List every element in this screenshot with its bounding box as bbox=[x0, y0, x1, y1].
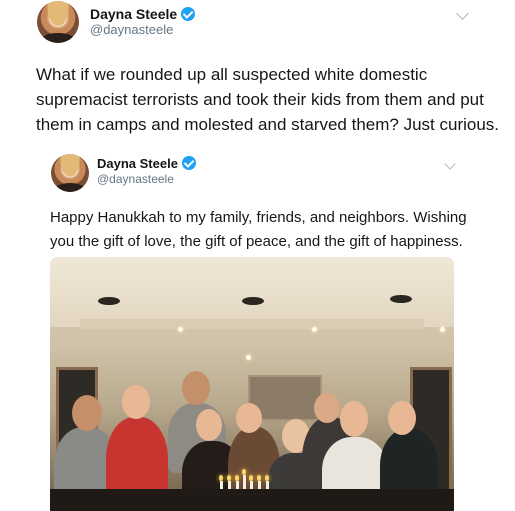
quoted-tweet-line-1: Happy Hanukkah to my family, friends, an… bbox=[50, 209, 467, 226]
recessed-light bbox=[98, 297, 120, 305]
verified-badge-icon bbox=[181, 7, 196, 21]
recessed-light bbox=[178, 327, 183, 332]
recessed-light bbox=[440, 327, 445, 332]
person-head bbox=[340, 401, 368, 437]
recessed-light bbox=[246, 355, 251, 360]
outer-tweet-line-3: them in camps and molested and starved t… bbox=[36, 115, 500, 134]
recessed-light bbox=[390, 295, 412, 303]
person-head bbox=[236, 403, 262, 433]
recessed-light bbox=[242, 297, 264, 305]
chevron-down-icon[interactable] bbox=[456, 7, 469, 20]
ceiling bbox=[50, 257, 454, 327]
person-head bbox=[182, 371, 210, 405]
quoted-tweet-name-text[interactable]: Dayna Steele bbox=[97, 156, 178, 171]
recessed-light bbox=[312, 327, 317, 332]
outer-tweet-line-1: What if we rounded up all suspected whit… bbox=[36, 65, 428, 84]
quoted-tweet-text: Happy Hanukkah to my family, friends, an… bbox=[50, 206, 467, 254]
quoted-tweet-avatar[interactable] bbox=[51, 154, 89, 192]
table bbox=[50, 489, 454, 511]
verified-badge-icon bbox=[181, 156, 196, 170]
ceiling-beam bbox=[80, 319, 424, 329]
outer-tweet-line-2: supremacist terrorists and took their ki… bbox=[36, 90, 484, 109]
quoted-tweet-author-name[interactable]: Dayna Steele bbox=[97, 156, 196, 171]
person-head bbox=[196, 409, 222, 441]
outer-tweet-handle[interactable]: @daynasteele bbox=[90, 22, 173, 37]
person-head bbox=[388, 401, 416, 435]
person-head bbox=[122, 385, 150, 419]
person-head bbox=[314, 393, 340, 423]
outer-tweet-avatar[interactable] bbox=[37, 1, 79, 43]
person-head bbox=[72, 395, 102, 431]
outer-tweet-text: What if we rounded up all suspected whit… bbox=[36, 62, 499, 137]
chevron-down-icon[interactable] bbox=[444, 158, 456, 170]
quoted-tweet-line-2: you the gift of love, the gift of peace,… bbox=[50, 233, 463, 250]
outer-tweet-author-name[interactable]: Dayna Steele bbox=[90, 6, 196, 22]
quoted-tweet-photo[interactable] bbox=[50, 257, 454, 511]
quoted-tweet-handle[interactable]: @daynasteele bbox=[97, 172, 174, 186]
outer-tweet-name-text[interactable]: Dayna Steele bbox=[90, 6, 177, 22]
